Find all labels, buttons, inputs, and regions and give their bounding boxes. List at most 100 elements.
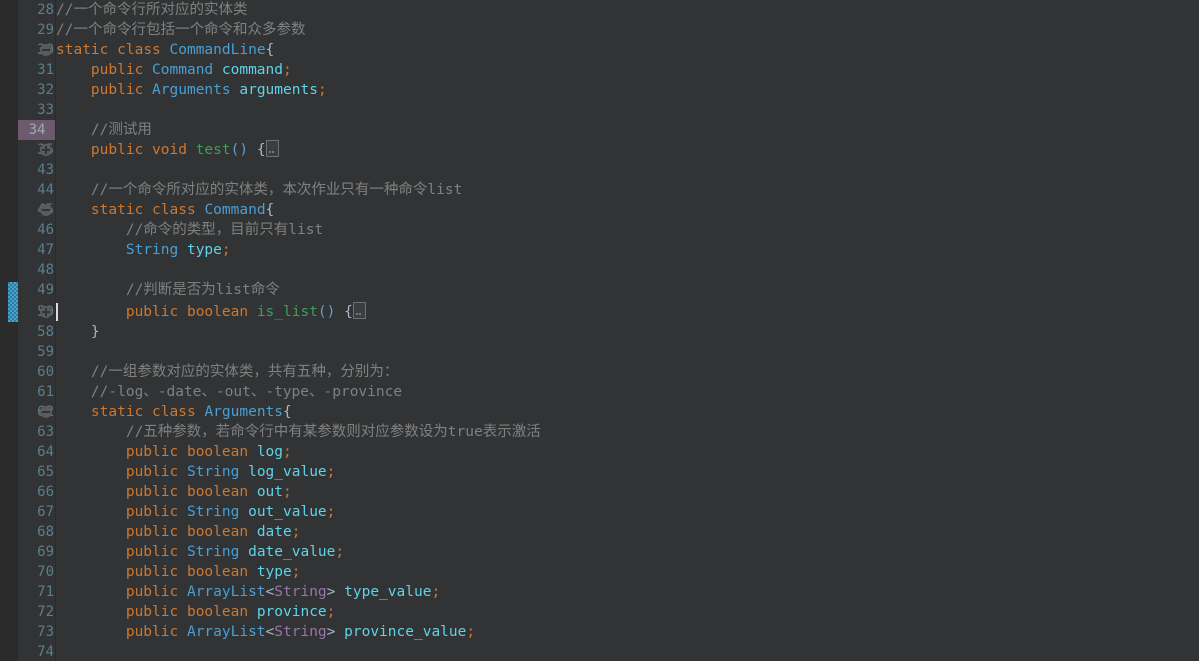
line-number-58: 58 bbox=[37, 324, 54, 340]
field-type: type bbox=[186, 242, 222, 258]
keyword-public: public bbox=[90, 62, 144, 78]
field-out: out bbox=[256, 484, 284, 500]
code-line-49[interactable]: //判断是否为list命令 bbox=[56, 280, 280, 300]
code-line-70[interactable]: public boolean type; bbox=[56, 562, 301, 582]
line-number-44: 44 bbox=[37, 182, 54, 198]
line-number-74: 74 bbox=[37, 644, 54, 660]
keyword-boolean: boolean bbox=[186, 524, 249, 540]
keyword-boolean: boolean bbox=[186, 604, 249, 620]
field-arguments: arguments bbox=[239, 82, 318, 98]
keyword-public: public bbox=[125, 524, 179, 540]
brace-open: { bbox=[256, 142, 266, 158]
field-date: date bbox=[256, 524, 292, 540]
code-line-44[interactable]: //一个命令所对应的实体类，本次作业只有一种命令list bbox=[56, 180, 462, 200]
field-type: type bbox=[256, 564, 292, 580]
angle-close: > bbox=[326, 624, 336, 640]
editor-left-margin bbox=[0, 0, 18, 661]
keyword-static: static bbox=[90, 202, 144, 218]
line-number-gutter[interactable]: 28 29 30 31 32 33 34 35 43 44 45 46 47 4… bbox=[18, 0, 56, 661]
code-line-29[interactable]: //一个命令行包括一个命令和众多参数 bbox=[56, 20, 305, 40]
generic-type-string: String bbox=[274, 624, 327, 640]
keyword-boolean: boolean bbox=[186, 564, 249, 580]
code-line-31[interactable]: public Command command; bbox=[56, 60, 292, 80]
keyword-public: public bbox=[125, 604, 179, 620]
class-name-commandline: CommandLine bbox=[169, 42, 266, 58]
fold-collapse-icon-line-62[interactable] bbox=[40, 406, 52, 418]
field-province-value: province_value bbox=[344, 624, 467, 640]
code-line-47[interactable]: String type; bbox=[56, 240, 231, 260]
code-line-62[interactable]: static class Arguments{ bbox=[56, 402, 292, 422]
keyword-boolean: boolean bbox=[186, 484, 249, 500]
collapsed-fold-placeholder[interactable] bbox=[352, 302, 366, 319]
parentheses: () bbox=[230, 142, 249, 158]
keyword-class: class bbox=[117, 42, 161, 58]
code-line-65[interactable]: public String log_value; bbox=[56, 462, 336, 482]
generic-type-string: String bbox=[274, 584, 327, 600]
semicolon: ; bbox=[283, 444, 292, 460]
semicolon: ; bbox=[431, 584, 441, 600]
keyword-class: class bbox=[152, 404, 196, 420]
comment-text: //一个命令所对应的实体类，本次作业只有一种命令list bbox=[90, 182, 463, 198]
semicolon: ; bbox=[326, 464, 336, 480]
fold-expand-icon-line-35[interactable] bbox=[40, 144, 52, 156]
type-arguments: Arguments bbox=[152, 82, 231, 98]
code-line-67[interactable]: public String out_value; bbox=[56, 502, 336, 522]
code-line-63[interactable]: //五种参数，若命令行中有某参数则对应参数设为true表示激活 bbox=[56, 422, 541, 442]
keyword-public: public bbox=[125, 584, 179, 600]
code-line-66[interactable]: public boolean out; bbox=[56, 482, 292, 502]
code-line-34[interactable]: //测试用 bbox=[56, 120, 152, 140]
line-number-47: 47 bbox=[37, 242, 54, 258]
semicolon: ; bbox=[291, 564, 301, 580]
field-out-value: out_value bbox=[248, 504, 327, 520]
type-string: String bbox=[125, 242, 179, 258]
code-line-58[interactable]: } bbox=[56, 322, 100, 342]
vcs-change-marker[interactable] bbox=[8, 282, 18, 322]
code-line-72[interactable]: public boolean province; bbox=[56, 602, 336, 622]
code-line-50[interactable]: public boolean is_list() { bbox=[56, 302, 366, 322]
collapsed-fold-placeholder[interactable] bbox=[265, 140, 279, 157]
code-line-71[interactable]: public ArrayList<String> type_value; bbox=[56, 582, 440, 602]
line-number-46: 46 bbox=[37, 222, 54, 238]
type-string: String bbox=[186, 544, 240, 560]
type-arraylist: ArrayList bbox=[186, 624, 266, 640]
field-log: log bbox=[256, 444, 284, 460]
semicolon: ; bbox=[283, 484, 292, 500]
line-number-63: 63 bbox=[37, 424, 54, 440]
fold-expand-icon-line-50[interactable] bbox=[40, 306, 52, 318]
comment-text: //一个命令行所对应的实体类 bbox=[56, 2, 248, 18]
code-editor[interactable]: //一个命令行所对应的实体类 //一个命令行包括一个命令和众多参数 static… bbox=[0, 0, 1199, 661]
code-line-69[interactable]: public String date_value; bbox=[56, 542, 344, 562]
line-number-68: 68 bbox=[37, 524, 54, 540]
line-number-31: 31 bbox=[37, 62, 54, 78]
keyword-class: class bbox=[152, 202, 196, 218]
code-line-30[interactable]: static class CommandLine{ bbox=[56, 40, 274, 60]
text-caret bbox=[56, 303, 58, 321]
field-command: command bbox=[221, 62, 283, 78]
semicolon: ; bbox=[221, 242, 231, 258]
code-line-45[interactable]: static class Command{ bbox=[56, 200, 274, 220]
comment-text: //一组参数对应的实体类，共有五种，分别为： bbox=[90, 364, 399, 380]
code-line-64[interactable]: public boolean log; bbox=[56, 442, 292, 462]
semicolon: ; bbox=[466, 624, 476, 640]
keyword-public: public bbox=[125, 304, 179, 320]
brace-open: { bbox=[265, 42, 275, 58]
line-number-69: 69 bbox=[37, 544, 54, 560]
keyword-public: public bbox=[90, 142, 144, 158]
code-line-61[interactable]: //-log、-date、-out、-type、-province bbox=[56, 382, 402, 402]
code-line-46[interactable]: //命令的类型，目前只有list bbox=[56, 220, 323, 240]
fold-collapse-icon-line-30[interactable] bbox=[40, 44, 52, 56]
code-line-28[interactable]: //一个命令行所对应的实体类 bbox=[56, 0, 247, 20]
fold-collapse-icon-line-45[interactable] bbox=[40, 204, 52, 216]
comment-text: //测试用 bbox=[90, 122, 152, 138]
brace-open: { bbox=[283, 404, 292, 420]
code-line-73[interactable]: public ArrayList<String> province_value; bbox=[56, 622, 475, 642]
code-line-35[interactable]: public void test() { bbox=[56, 140, 279, 160]
semicolon: ; bbox=[317, 82, 327, 98]
code-line-68[interactable]: public boolean date; bbox=[56, 522, 301, 542]
code-line-32[interactable]: public Arguments arguments; bbox=[56, 80, 327, 100]
code-line-60[interactable]: //一组参数对应的实体类，共有五种，分别为： bbox=[56, 362, 398, 382]
keyword-public: public bbox=[125, 624, 179, 640]
angle-open: < bbox=[265, 584, 275, 600]
line-number-73: 73 bbox=[37, 624, 54, 640]
method-name-is-list: is_list bbox=[256, 304, 318, 320]
